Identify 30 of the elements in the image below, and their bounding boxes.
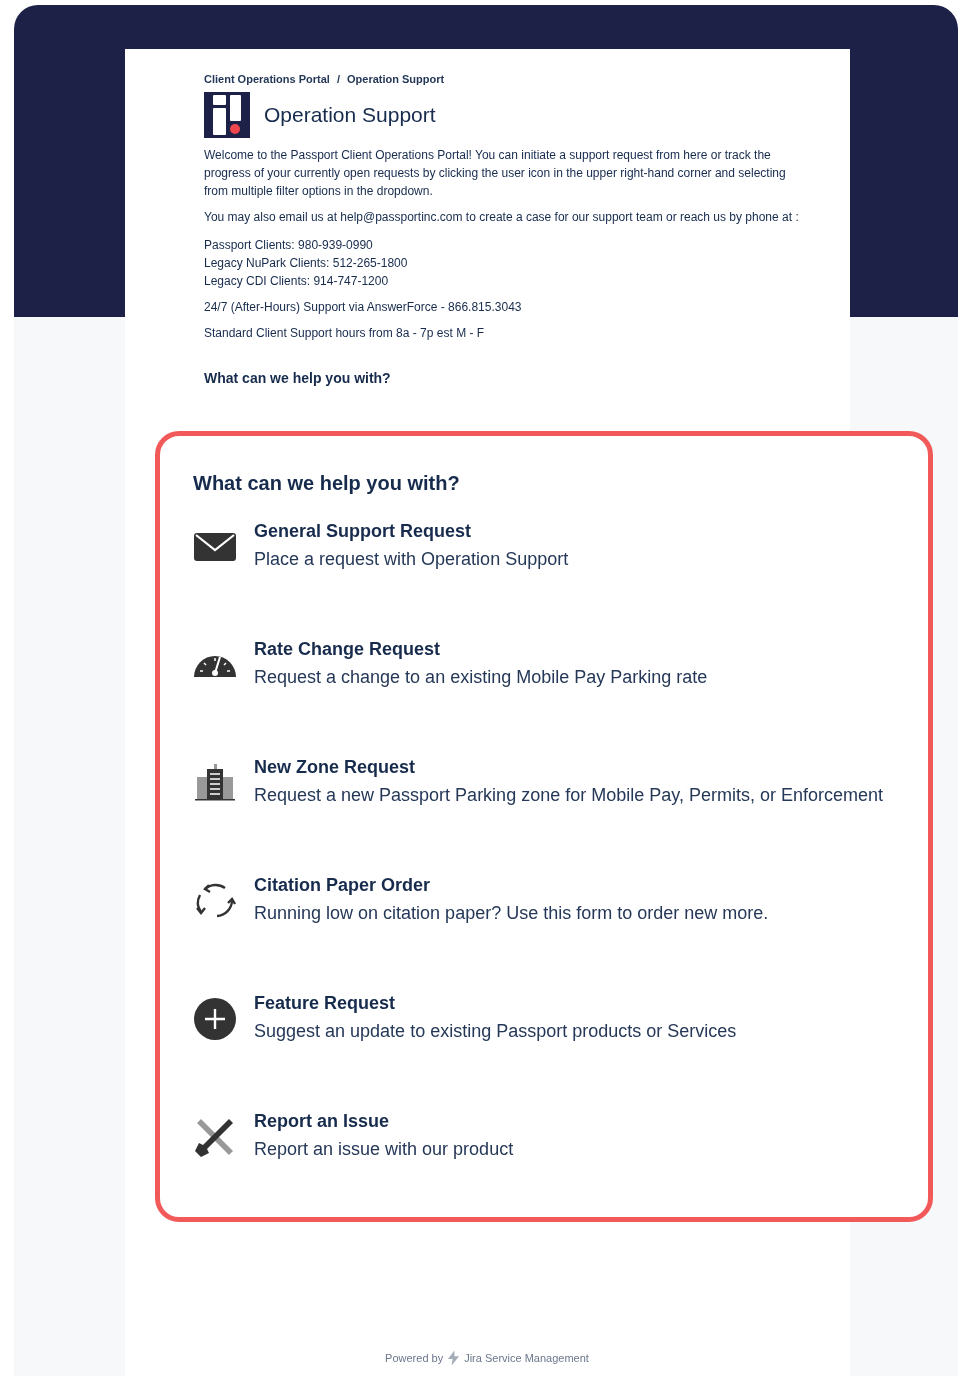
plus-circle-icon xyxy=(193,997,237,1041)
request-type-description: Running low on citation paper? Use this form to order new more. xyxy=(254,903,769,924)
intro-paragraph: You may also email us at help@passportinc.com to create a case for our support team or reach us by phone at : xyxy=(204,209,800,226)
after-hours-text: 24/7 (After-Hours) Support via AnswerForce - 866.815.3043 xyxy=(204,299,523,316)
phone-line: Legacy CDI Clients: 914-747-1200 xyxy=(204,273,390,290)
breadcrumb-link[interactable]: Client Operations Portal xyxy=(204,73,330,85)
intro-paragraph: Welcome to the Passport Client Operations Portal! You can initiate a support request from here or track the progress of your currently open requests by clicking the user icon in the upper right-hand corner and selecting from multiple filter options in the dropdown. xyxy=(204,147,787,200)
lightning-icon xyxy=(447,1350,461,1366)
request-type-link[interactable]: Citation Paper Order xyxy=(254,875,769,896)
help-heading: What can we help you with? xyxy=(204,370,392,386)
request-type-description: Request a change to an existing Mobile Pay Parking rate xyxy=(254,667,708,688)
breadcrumb-link[interactable]: Operation Support xyxy=(347,73,445,85)
card-heading: What can we help you with? xyxy=(193,472,461,495)
breadcrumb-separator: / xyxy=(336,73,340,85)
request-type-description: Place a request with Operation Support xyxy=(254,549,569,570)
request-type-link[interactable]: Rate Change Request xyxy=(254,639,708,660)
request-type-description: Request a new Passport Parking zone for Mobile Pay, Permits, or Enforcement xyxy=(254,785,883,806)
phone-line: Legacy NuPark Clients: 512-265-1800 xyxy=(204,255,409,272)
hours-text: Standard Client Support hours from 8a - 7p est M - F xyxy=(204,325,486,342)
product-name: Jira Service Management xyxy=(464,1352,589,1364)
logo-icon xyxy=(204,92,250,138)
request-type-link[interactable]: Feature Request xyxy=(254,993,737,1014)
phone-line: Passport Clients: 980-939-0990 xyxy=(204,237,374,254)
request-type-link[interactable]: Report an Issue xyxy=(254,1111,514,1132)
powered-by-text: Powered by xyxy=(385,1352,444,1364)
page-title: Operation Support xyxy=(264,103,436,127)
request-type-link[interactable]: General Support Request xyxy=(254,521,569,542)
request-type-description: Report an issue with our product xyxy=(254,1139,514,1160)
request-type-description: Suggest an update to existing Passport products or Services xyxy=(254,1021,737,1042)
request-type-link[interactable]: New Zone Request xyxy=(254,757,883,778)
